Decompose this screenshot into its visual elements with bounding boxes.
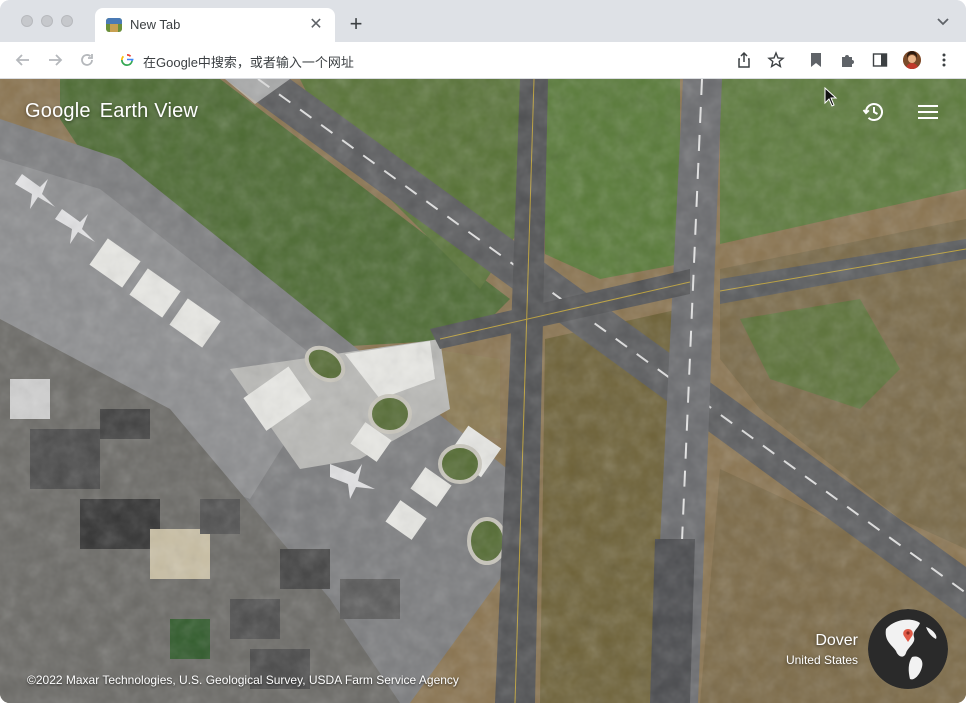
share-icon[interactable] xyxy=(735,51,753,69)
omnibox-placeholder: 在Google中搜索，或者输入一个网址 xyxy=(143,55,354,70)
tab-new-tab[interactable]: New Tab ✕ xyxy=(95,8,335,42)
mouse-cursor xyxy=(824,86,838,107)
history-icon[interactable] xyxy=(862,100,886,124)
plus-icon[interactable]: + xyxy=(344,12,368,36)
location-city: Dover xyxy=(815,632,858,649)
close-icon[interactable]: ✕ xyxy=(307,16,325,34)
zoom-window-button[interactable] xyxy=(61,15,73,27)
star-icon[interactable] xyxy=(767,51,785,69)
chevron-down-icon[interactable] xyxy=(934,12,952,30)
omnibox[interactable]: 在Google中搜索，或者输入一个网址 xyxy=(110,45,720,75)
forward-icon[interactable] xyxy=(45,50,65,70)
brand-product: Earth View xyxy=(99,100,199,122)
google-g-icon xyxy=(120,53,134,67)
satellite-image xyxy=(0,79,966,703)
tab-title: New Tab xyxy=(130,17,181,32)
close-window-button[interactable] xyxy=(21,15,33,27)
side-panel-icon[interactable] xyxy=(871,51,889,69)
extensions-icon[interactable] xyxy=(839,51,857,69)
globe-icon[interactable] xyxy=(868,609,948,689)
brand-google: Google xyxy=(25,100,91,122)
earth-view-favicon xyxy=(106,18,122,32)
browser-window: New Tab ✕ + 在Google中搜索，或者输入一个网址 Google E… xyxy=(0,0,966,703)
attribution: ©2022 Maxar Technologies, U.S. Geologica… xyxy=(27,673,459,687)
location-country: United States xyxy=(785,653,858,667)
tab-strip: New Tab ✕ + xyxy=(0,0,966,42)
earth-view-page: Google Earth View Dover United States ©20… xyxy=(0,79,966,703)
bookmark-icon[interactable] xyxy=(807,51,825,69)
more-vert-icon[interactable] xyxy=(935,51,953,69)
avatar[interactable] xyxy=(903,51,921,69)
menu-icon[interactable] xyxy=(916,100,940,124)
reload-icon[interactable] xyxy=(77,50,97,70)
back-icon[interactable] xyxy=(13,50,33,70)
minimize-window-button[interactable] xyxy=(41,15,53,27)
earth-view-logo[interactable]: Google Earth View xyxy=(25,100,207,123)
toolbar: 在Google中搜索，或者输入一个网址 xyxy=(0,42,966,79)
